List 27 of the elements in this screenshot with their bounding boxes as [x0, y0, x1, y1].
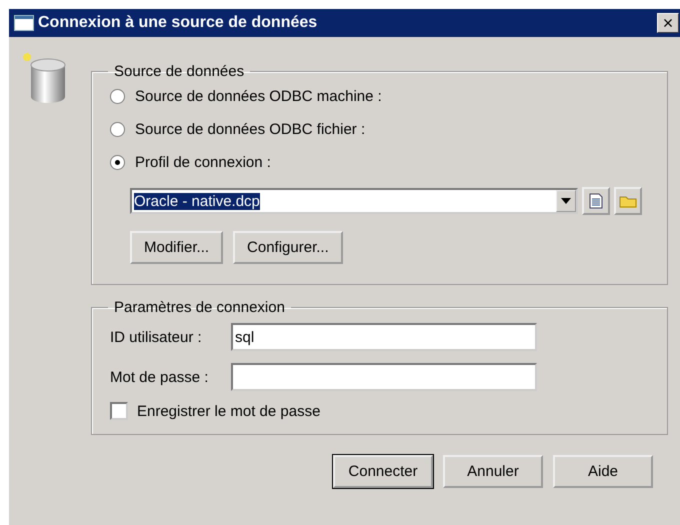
action-button[interactable]: Configurer...	[233, 231, 343, 264]
profile-dropdown[interactable]: Oracle - native.dcp	[130, 188, 578, 214]
dialog-button[interactable]: Annuler	[443, 455, 543, 488]
field-label: ID utilisateur :	[110, 328, 203, 346]
radio-label[interactable]: Source de données ODBC machine :	[135, 88, 382, 105]
group-title: Paramètres de connexion	[113, 299, 286, 316]
caret-icon	[561, 198, 571, 204]
radio-button[interactable]	[110, 155, 125, 170]
dialog-button[interactable]: Aide	[553, 455, 653, 488]
document-icon	[589, 193, 603, 209]
window-icon	[14, 15, 34, 31]
radio-label[interactable]: Profil de connexion :	[135, 154, 271, 171]
input-field[interactable]	[231, 363, 537, 391]
window-title: Connexion à une source de données	[38, 14, 318, 32]
group-title: Source de données	[113, 63, 246, 80]
radio-button[interactable]	[110, 89, 125, 104]
radio-button[interactable]	[110, 122, 125, 137]
close-button[interactable]: ×	[657, 13, 679, 33]
folder-icon	[619, 194, 637, 208]
checkbox-label[interactable]: Enregistrer le mot de passe	[137, 402, 320, 420]
input-field[interactable]: sql	[231, 323, 537, 351]
radio-label[interactable]: Source de données ODBC fichier :	[135, 121, 366, 138]
action-button[interactable]: Modifier...	[130, 231, 224, 264]
checkbox[interactable]	[110, 402, 128, 420]
dialog-button[interactable]: Connecter	[333, 455, 433, 488]
new-file-button[interactable]	[582, 187, 610, 215]
field-label: Mot de passe :	[110, 368, 210, 386]
